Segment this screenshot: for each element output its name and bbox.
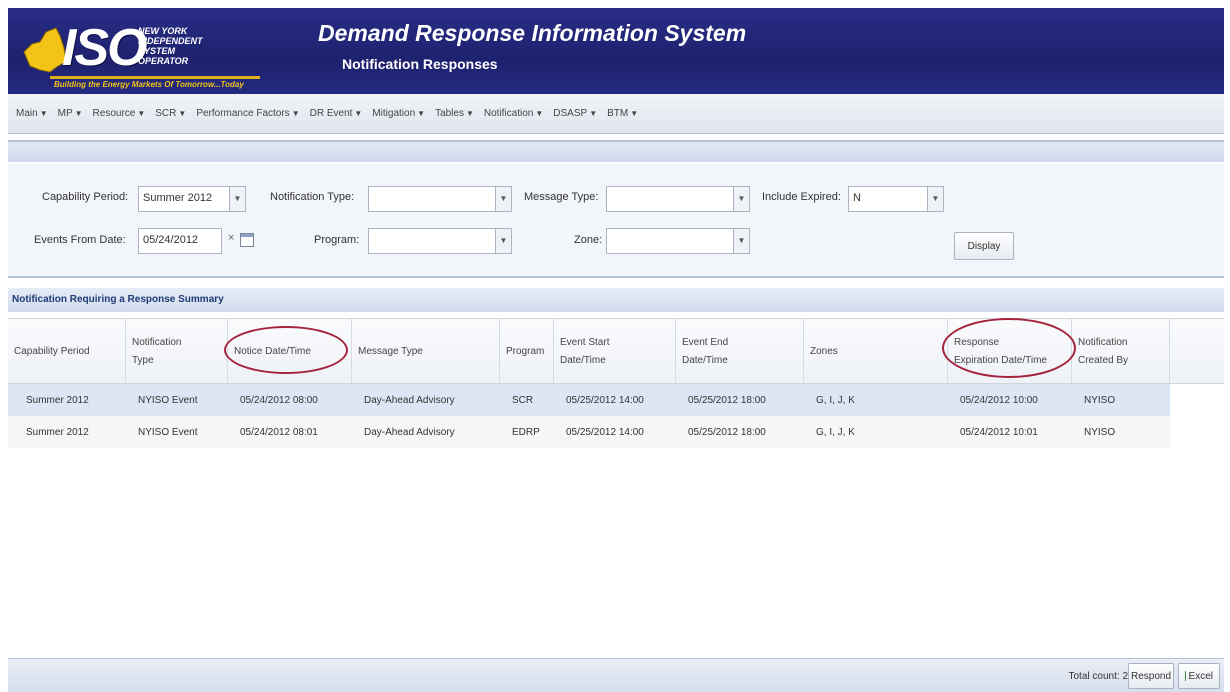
cell-event-start: 05/25/2012 14:00 bbox=[566, 394, 644, 406]
cell-created-by: NYISO bbox=[1084, 394, 1116, 406]
cell-notice-datetime: 05/24/2012 08:01 bbox=[240, 426, 318, 438]
program-select[interactable] bbox=[368, 228, 496, 254]
app-header: ISO NEW YORK INDEPENDENT SYSTEM OPERATOR… bbox=[8, 8, 1224, 94]
respond-button[interactable]: Respond bbox=[1128, 663, 1174, 689]
col-capability-period[interactable]: Capability Period bbox=[8, 319, 126, 385]
chevron-down-icon: ▼ bbox=[291, 109, 300, 118]
logo-wordmark: ISO bbox=[62, 19, 148, 77]
grid-title: Notification Requiring a Response Summar… bbox=[8, 288, 1224, 312]
col-event-start[interactable]: Event Start Date/Time bbox=[554, 319, 676, 385]
cell-notification-type: NYISO Event bbox=[138, 394, 198, 406]
cell-event-end: 05/25/2012 18:00 bbox=[688, 394, 766, 406]
grid-header: Capability Period Notification Type Notic… bbox=[8, 318, 1224, 385]
logo-org-name: NEW YORK INDEPENDENT SYSTEM OPERATOR bbox=[138, 26, 203, 66]
chevron-down-icon: ▼ bbox=[417, 109, 426, 118]
include-expired-select[interactable]: N bbox=[848, 186, 928, 212]
chevron-down-icon: ▼ bbox=[354, 109, 363, 118]
logo-swoosh bbox=[50, 76, 260, 79]
col-created-by[interactable]: Notification Created By bbox=[1072, 319, 1170, 385]
menu-dr-event[interactable]: DR Event ▼ bbox=[310, 108, 363, 119]
notification-type-label: Notification Type: bbox=[270, 191, 355, 203]
col-event-end[interactable]: Event End Date/Time bbox=[676, 319, 804, 385]
cell-program: SCR bbox=[512, 394, 534, 406]
message-type-label: Message Type: bbox=[524, 191, 599, 203]
chevron-down-icon: ▼ bbox=[39, 109, 48, 118]
menu-notification[interactable]: Notification ▼ bbox=[484, 108, 543, 119]
app-title: Demand Response Information System bbox=[318, 20, 747, 46]
main-menu-bar: Main ▼ MP ▼ Resource ▼ SCR ▼ Performance Fac… bbox=[8, 94, 1224, 134]
logo-tagline: Building the Energy Markets Of Tomorrow.… bbox=[54, 80, 244, 89]
cell-zones: G, I, J, K bbox=[816, 426, 855, 438]
display-button[interactable]: Display bbox=[954, 232, 1014, 260]
nyiso-logo[interactable]: ISO NEW YORK INDEPENDENT SYSTEM OPERATOR… bbox=[20, 14, 280, 94]
toolbar-strip bbox=[8, 140, 1224, 162]
col-message-type[interactable]: Message Type bbox=[352, 319, 500, 385]
notification-type-select[interactable] bbox=[368, 186, 496, 212]
col-zones[interactable]: Zones bbox=[804, 319, 948, 385]
col-notification-type[interactable]: Notification Type bbox=[126, 319, 228, 385]
cell-notification-type: NYISO Event bbox=[138, 426, 198, 438]
cell-message-type: Day-Ahead Advisory bbox=[364, 394, 455, 406]
menu-tables[interactable]: Tables ▼ bbox=[435, 108, 474, 119]
cell-notice-datetime: 05/24/2012 08:00 bbox=[240, 394, 318, 406]
menu-performance-factors[interactable]: Performance Factors ▼ bbox=[196, 108, 299, 119]
capability-period-select[interactable]: Summer 2012 bbox=[138, 186, 230, 212]
cell-event-start: 05/25/2012 14:00 bbox=[566, 426, 644, 438]
chevron-down-icon: ▼ bbox=[630, 109, 639, 118]
cell-response-expiration: 05/24/2012 10:01 bbox=[960, 426, 1038, 438]
chevron-down-icon: ▼ bbox=[74, 109, 83, 118]
chevron-down-icon[interactable]: ▼ bbox=[734, 228, 750, 254]
excel-button[interactable]: Excel bbox=[1178, 663, 1220, 689]
clear-date-icon[interactable]: × bbox=[228, 232, 234, 244]
zone-select[interactable] bbox=[606, 228, 734, 254]
excel-icon bbox=[1185, 671, 1186, 681]
chevron-down-icon: ▼ bbox=[535, 109, 544, 118]
chevron-down-icon[interactable]: ▼ bbox=[496, 186, 512, 212]
menu-dsasp[interactable]: DSASP ▼ bbox=[553, 108, 597, 119]
chevron-down-icon: ▼ bbox=[178, 109, 187, 118]
menu-mp[interactable]: MP ▼ bbox=[58, 108, 83, 119]
chevron-down-icon[interactable]: ▼ bbox=[928, 186, 944, 212]
chevron-down-icon: ▼ bbox=[465, 109, 474, 118]
cell-created-by: NYISO bbox=[1084, 426, 1116, 438]
chevron-down-icon[interactable]: ▼ bbox=[496, 228, 512, 254]
cell-capability-period: Summer 2012 bbox=[26, 394, 89, 406]
col-program[interactable]: Program bbox=[500, 319, 554, 385]
col-notice-datetime[interactable]: Notice Date/Time bbox=[228, 319, 352, 385]
chevron-down-icon: ▼ bbox=[589, 109, 598, 118]
cell-response-expiration: 05/24/2012 10:00 bbox=[960, 394, 1038, 406]
table-row[interactable]: Summer 2012 NYISO Event 05/24/2012 08:00… bbox=[8, 384, 1170, 416]
section-divider bbox=[8, 276, 1224, 278]
message-type-select[interactable] bbox=[606, 186, 734, 212]
program-label: Program: bbox=[314, 234, 360, 246]
filter-panel: Capability Period: Summer 2012 ▼ Notific… bbox=[8, 164, 1224, 276]
events-from-date-input[interactable]: 05/24/2012 bbox=[138, 228, 222, 254]
cell-event-end: 05/25/2012 18:00 bbox=[688, 426, 766, 438]
chevron-down-icon[interactable]: ▼ bbox=[230, 186, 246, 212]
menu-scr[interactable]: SCR ▼ bbox=[155, 108, 186, 119]
cell-zones: G, I, J, K bbox=[816, 394, 855, 406]
chevron-down-icon: ▼ bbox=[137, 109, 146, 118]
cell-capability-period: Summer 2012 bbox=[26, 426, 89, 438]
menu-btm[interactable]: BTM ▼ bbox=[607, 108, 638, 119]
capability-period-label: Capability Period: bbox=[42, 191, 129, 203]
page-subtitle: Notification Responses bbox=[342, 56, 498, 72]
total-count: Total count: 2 bbox=[1068, 671, 1129, 682]
chevron-down-icon[interactable]: ▼ bbox=[734, 186, 750, 212]
grid-footer: Total count: 2 Respond Excel bbox=[8, 658, 1224, 692]
menu-mitigation[interactable]: Mitigation ▼ bbox=[372, 108, 425, 119]
events-from-date-label: Events From Date: bbox=[34, 234, 126, 246]
zone-label: Zone: bbox=[574, 234, 603, 246]
col-response-expiration[interactable]: Response Expiration Date/Time bbox=[948, 319, 1072, 385]
calendar-icon[interactable] bbox=[240, 233, 254, 247]
cell-message-type: Day-Ahead Advisory bbox=[364, 426, 455, 438]
table-row[interactable]: Summer 2012 NYISO Event 05/24/2012 08:01… bbox=[8, 416, 1170, 448]
menu-resource[interactable]: Resource ▼ bbox=[93, 108, 146, 119]
cell-program: EDRP bbox=[512, 426, 540, 438]
menu-main[interactable]: Main ▼ bbox=[16, 108, 48, 119]
include-expired-label: Include Expired: bbox=[762, 191, 841, 203]
